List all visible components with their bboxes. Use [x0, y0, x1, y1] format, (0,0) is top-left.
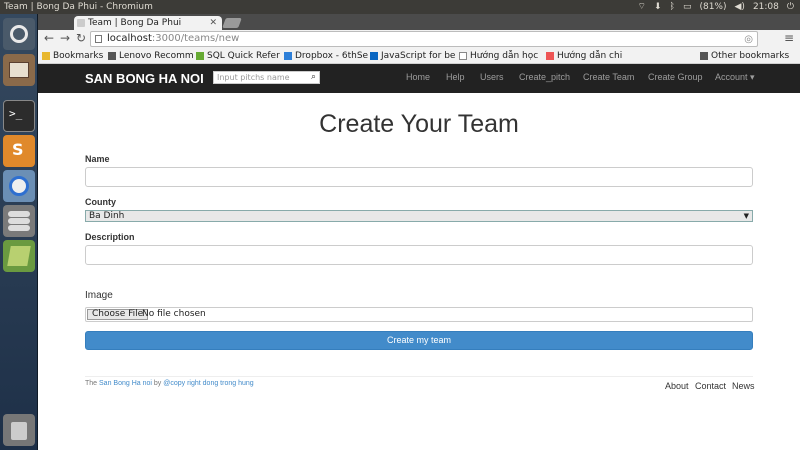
file-status: No file chosen [142, 309, 206, 319]
footer-news[interactable]: News [732, 381, 755, 391]
terminal-icon[interactable]: >_ [3, 100, 35, 132]
name-field[interactable] [85, 167, 753, 187]
database-icon[interactable] [3, 205, 35, 237]
address-bar[interactable]: localhost:3000/teams/new ◎ [90, 31, 758, 47]
footer-author-link[interactable]: @copy right dong trong hung [163, 380, 253, 387]
bluetooth-icon[interactable]: ᛒ [670, 0, 675, 14]
battery-percent: (81%) [699, 2, 727, 12]
bookmark-item[interactable]: Hướng dẫn chi [546, 48, 622, 63]
close-tab-icon[interactable]: ✕ [209, 16, 217, 30]
search-icon[interactable]: ⌕ [311, 72, 316, 83]
tab-title: Team | Bong Da Phui [88, 18, 182, 28]
footer-about[interactable]: About [665, 381, 689, 391]
dropdown-arrow-icon: ▼ [743, 212, 749, 220]
forward-icon[interactable]: → [58, 31, 72, 45]
star-icon [42, 52, 50, 60]
sql-icon [196, 52, 204, 60]
window-title: Team | Bong Da Phui - Chromium [4, 2, 153, 12]
chromium-icon[interactable] [3, 170, 35, 202]
trash-icon[interactable] [3, 414, 35, 446]
nav-create-group[interactable]: Create Group [648, 72, 703, 82]
files-icon[interactable] [3, 54, 35, 86]
county-label: County [85, 197, 116, 207]
nav-create-team[interactable]: Create Team [583, 72, 634, 82]
browser-toolbar: ← → ↻ localhost:3000/teams/new ◎ ≡ [38, 30, 800, 48]
os-top-bar: Team | Bong Da Phui - Chromium ⌔ ⬇ ᛒ ▭ (… [0, 0, 800, 14]
dash-icon[interactable] [3, 18, 35, 50]
url-path: :3000/teams/new [151, 33, 240, 44]
folder-icon [108, 52, 116, 60]
browser-window: Team | Bong Da Phui ✕ ← → ↻ localhost:30… [38, 14, 800, 450]
nav-create-pitch[interactable]: Create_pitch [519, 72, 570, 82]
description-label: Description [85, 232, 135, 242]
bookmark-item[interactable]: Other bookmarks [700, 48, 789, 63]
power-icon[interactable]: ⏻ [787, 0, 794, 14]
page-icon [459, 52, 467, 60]
menu-icon[interactable]: ≡ [784, 31, 794, 45]
back-icon[interactable]: ← [42, 31, 56, 45]
name-label: Name [85, 154, 110, 164]
bookmarks-bar: Bookmarks Lenovo Recomm SQL Quick Refer … [38, 48, 800, 64]
page-info-icon[interactable] [95, 35, 102, 43]
nav-users[interactable]: Users [480, 72, 504, 82]
volume-icon[interactable]: ◀) [735, 0, 745, 14]
footer-divider [85, 376, 753, 377]
new-tab-button[interactable] [222, 18, 242, 28]
nav-home[interactable]: Home [406, 72, 430, 82]
tab-bar: Team | Bong Da Phui ✕ [38, 14, 800, 30]
site-brand[interactable]: SAN BONG HA NOI [85, 71, 204, 86]
bookmark-item[interactable]: Lenovo Recomm [108, 48, 194, 63]
dropbox-icon [284, 52, 292, 60]
site-navbar: SAN BONG HA NOI Input pitchs name ⌕ Home… [38, 64, 800, 93]
bookmark-item[interactable]: Dropbox - 6thSe [284, 48, 368, 63]
county-select[interactable]: Ba Dinh ▼ [85, 210, 753, 222]
bookmark-item[interactable]: Hướng dẫn học [459, 48, 538, 63]
book-icon[interactable] [3, 240, 35, 272]
image-file-input[interactable]: Choose File No file chosen [85, 307, 753, 322]
clock[interactable]: 21:08 [753, 0, 779, 14]
footer-contact[interactable]: Contact [695, 381, 726, 391]
choose-file-button[interactable]: Choose File [87, 309, 149, 320]
update-icon[interactable]: ⬇ [654, 0, 662, 14]
battery-icon[interactable]: ▭ [683, 0, 692, 14]
bookmark-item[interactable]: SQL Quick Refer [196, 48, 280, 63]
browser-tab[interactable]: Team | Bong Da Phui ✕ [74, 16, 222, 30]
pitch-search-input[interactable]: Input pitchs name ⌕ [213, 71, 320, 84]
sublime-icon[interactable]: S [3, 135, 35, 167]
footer-credits: The San Bong Ha noi by @copy right dong … [85, 380, 254, 387]
location-icon[interactable]: ◎ [744, 33, 753, 47]
system-tray: ⌔ ⬇ ᛒ ▭ (81%) ◀) 21:08 ⏻ [638, 0, 794, 14]
linkedin-icon [370, 52, 378, 60]
url-host: localhost [107, 33, 152, 44]
launcher: >_ S [0, 14, 38, 450]
footer-site-link[interactable]: San Bong Ha noi [99, 380, 152, 387]
bookmark-item[interactable]: Bookmarks [42, 48, 103, 63]
nav-account[interactable]: Account ▾ [715, 72, 755, 83]
reload-icon[interactable]: ↻ [74, 31, 88, 45]
bookmark-item[interactable]: JavaScript for be [370, 48, 455, 63]
image-label: Image [85, 290, 113, 301]
shield-icon [546, 52, 554, 60]
page-title: Create Your Team [319, 110, 519, 138]
folder-icon [700, 52, 708, 60]
wifi-icon[interactable]: ⌔ [638, 0, 646, 14]
nav-help[interactable]: Help [446, 72, 465, 82]
search-placeholder: Input pitchs name [217, 73, 290, 82]
description-field[interactable] [85, 245, 753, 265]
create-team-button[interactable]: Create my team [85, 331, 753, 350]
county-selected: Ba Dinh [89, 211, 125, 221]
page-favicon-icon [77, 19, 85, 27]
